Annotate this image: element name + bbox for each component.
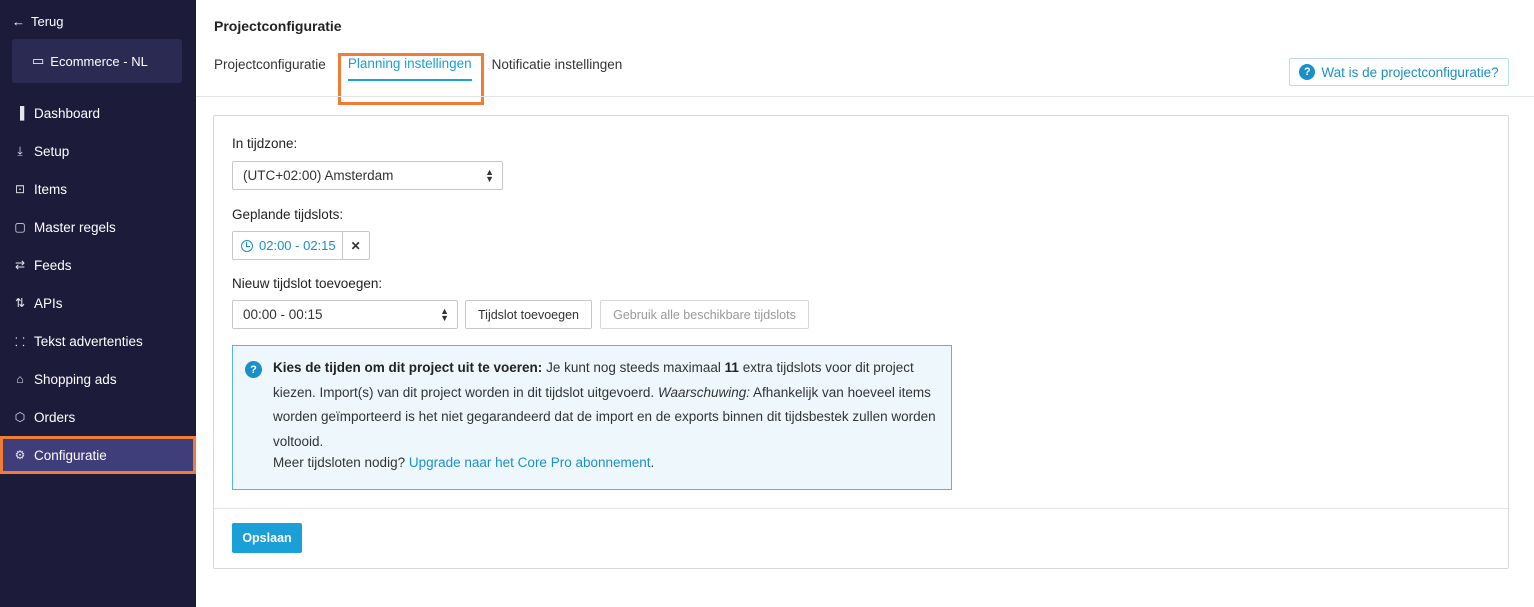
bar-chart-icon: ▐	[15, 106, 25, 120]
sidebar-item-label: Shopping ads	[34, 371, 117, 387]
box-icon: ⬡	[14, 410, 26, 424]
remove-slot-button[interactable]: ✕	[343, 232, 369, 259]
info-box: ? Kies de tijden om dit project uit te v…	[232, 345, 952, 490]
slot-time: 02:00 - 02:15	[259, 238, 336, 253]
tab-highlight-frame	[338, 53, 484, 105]
use-all-slots-button[interactable]: Gebruik alle beschikbare tijdslots	[600, 300, 809, 329]
sort-arrows-icon: ⇅	[14, 296, 26, 310]
sidebar-item-configuratie[interactable]: ⚙ Configuratie	[0, 436, 196, 474]
sidebar-item-label: Feeds	[34, 257, 72, 273]
timezone-value: (UTC+02:00) Amsterdam	[243, 168, 394, 183]
slot-chip-label: 02:00 - 02:15	[233, 232, 343, 259]
brackets-icon: ⸬	[15, 334, 25, 349]
new-slot-select[interactable]: 00:00 - 00:15 ▲ ▼	[232, 300, 458, 329]
sidebar-item-items[interactable]: ⊡ Items	[0, 170, 196, 208]
timezone-select[interactable]: (UTC+02:00) Amsterdam ▲ ▼	[232, 161, 503, 190]
sidebar-item-label: APIs	[34, 295, 63, 311]
back-link[interactable]: ← Terug	[12, 14, 64, 29]
info-warning-label: Waarschuwing:	[657, 384, 750, 400]
info-more: Meer tijdsloten nodig? Upgrade naar het …	[273, 455, 654, 470]
download-tray-icon: ⤓	[17, 143, 23, 158]
info-text: Kies de tijden om dit project uit te voe…	[273, 356, 943, 454]
add-slot-button[interactable]: Tijdslot toevoegen	[465, 300, 592, 329]
sidebar-item-label: Dashboard	[34, 105, 101, 121]
clipboard-icon: ▢	[14, 220, 26, 234]
project-selector[interactable]: ▭ Ecommerce - NL	[12, 39, 182, 83]
sidebar-item-apis[interactable]: ⇅ APIs	[0, 284, 196, 322]
panel-divider	[214, 508, 1508, 509]
sidebar-item-tekst-advertenties[interactable]: ⸬ Tekst advertenties	[0, 322, 196, 360]
info-more-text: Meer tijdsloten nodig?	[273, 455, 406, 470]
header-divider	[196, 96, 1534, 97]
sidebar-item-dashboard[interactable]: ▐ Dashboard	[0, 94, 196, 132]
sidebar-nav: ▐ Dashboard ⤓ Setup ⊡ Items ▢ Master reg…	[0, 94, 196, 474]
close-icon: ✕	[350, 238, 361, 253]
upgrade-link[interactable]: Upgrade naar het Core Pro abonnement	[409, 455, 651, 470]
sidebar-item-label: Tekst advertenties	[34, 333, 143, 349]
gear-icon: ⚙	[14, 448, 26, 462]
planning-panel: In tijdzone: (UTC+02:00) Amsterdam ▲ ▼ Ge…	[213, 115, 1509, 569]
info-period: .	[650, 455, 655, 470]
sidebar-item-label: Configuratie	[34, 447, 107, 463]
select-arrows-icon: ▲ ▼	[440, 306, 449, 323]
new-slot-label: Nieuw tijdslot toevoegen:	[232, 276, 383, 291]
feeds-icon: ⇄	[14, 258, 26, 272]
back-label: Terug	[31, 14, 64, 29]
select-arrows-icon: ▲ ▼	[485, 167, 494, 184]
sidebar-item-label: Items	[34, 181, 68, 197]
help-link-label: Wat is de projectconfiguratie?	[1321, 64, 1499, 80]
slot-chip: 02:00 - 02:15 ✕	[232, 231, 370, 260]
clock-icon	[241, 239, 253, 252]
new-slot-value: 00:00 - 00:15	[243, 307, 323, 322]
info-text-1: Je kunt nog steeds maximaal	[546, 360, 721, 375]
project-name: Ecommerce - NL	[50, 53, 148, 69]
sidebar-item-setup[interactable]: ⤓ Setup	[0, 132, 196, 170]
slots-label: Geplande tijdslots:	[232, 207, 344, 222]
folder-icon: ▭	[32, 53, 45, 68]
info-count: 11	[724, 360, 739, 375]
cart-icon: ⊡	[14, 182, 26, 196]
shopping-bag-icon: ⌂	[16, 372, 24, 386]
question-circle-icon: ?	[245, 361, 262, 378]
info-intro: Kies de tijden om dit project uit te voe…	[273, 360, 543, 375]
arrow-left-icon: ←	[12, 14, 25, 29]
save-button[interactable]: Opslaan	[232, 523, 302, 553]
timezone-label: In tijdzone:	[232, 136, 298, 151]
sidebar-item-label: Setup	[34, 143, 70, 159]
help-button[interactable]: ? Wat is de projectconfiguratie?	[1289, 58, 1509, 86]
sidebar-item-label: Master regels	[34, 219, 116, 235]
question-circle-icon: ?	[1299, 64, 1316, 80]
tab-notificatie-instellingen[interactable]: Notificatie instellingen	[492, 57, 623, 80]
page-title: Projectconfiguratie	[214, 18, 342, 34]
tab-projectconfiguratie[interactable]: Projectconfiguratie	[214, 57, 326, 80]
sidebar: ← Terug ▭ Ecommerce - NL ▐ Dashboard ⤓ S…	[0, 0, 196, 607]
sidebar-item-orders[interactable]: ⬡ Orders	[0, 398, 196, 436]
sidebar-item-label: Orders	[34, 409, 76, 425]
sidebar-item-feeds[interactable]: ⇄ Feeds	[0, 246, 196, 284]
sidebar-item-shopping-ads[interactable]: ⌂ Shopping ads	[0, 360, 196, 398]
sidebar-item-master-regels[interactable]: ▢ Master regels	[0, 208, 196, 246]
